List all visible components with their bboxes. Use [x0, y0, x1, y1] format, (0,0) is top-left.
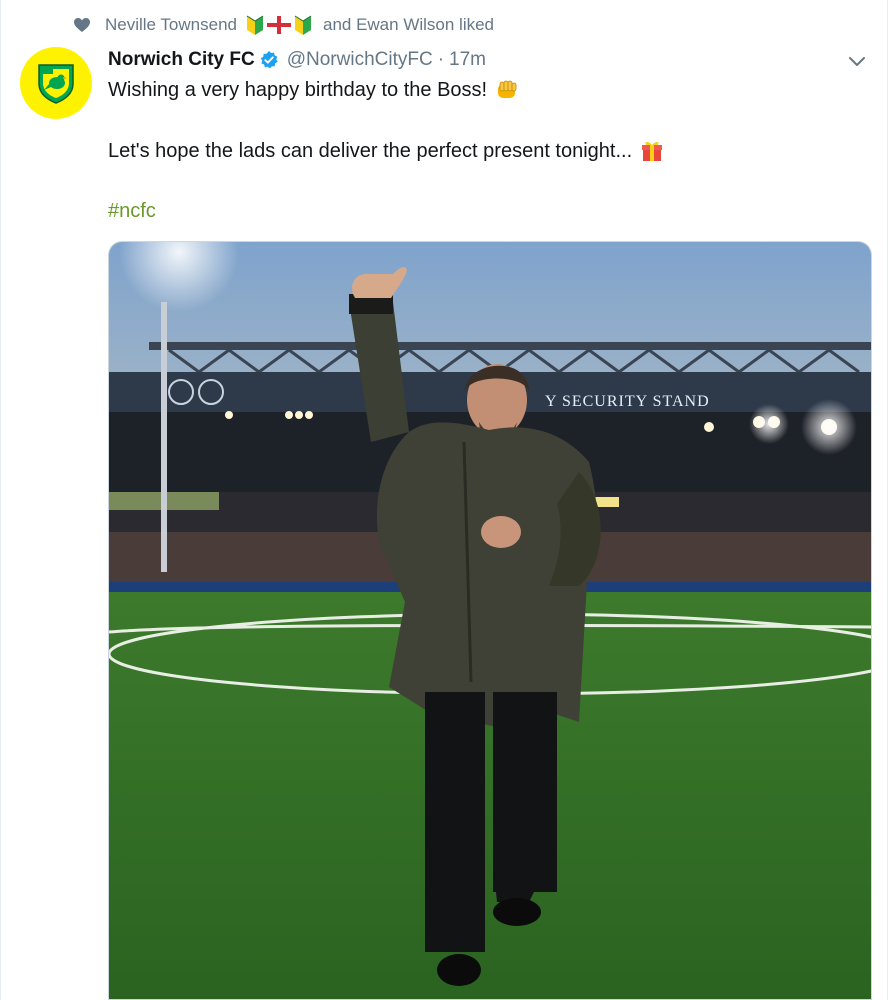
separator: ·: [437, 49, 445, 70]
liked-text: and Ewan Wilson liked: [322, 15, 495, 34]
stand-sign: Y SECURITY STAND: [545, 393, 710, 410]
beginner-badge-icon: [294, 15, 312, 35]
stadium-photo: Y SECURITY STAND: [109, 242, 871, 999]
tweet-text: Let's hope the lads can deliver the perf…: [108, 139, 633, 162]
tweet-header: Norwich City FC @NorwichCityFC · 17m: [108, 46, 486, 74]
avatar[interactable]: [20, 47, 92, 119]
hashtag-link[interactable]: #ncfc: [108, 200, 156, 223]
chevron-down-icon[interactable]: [847, 52, 867, 72]
tweet-text-line-1: Wishing a very happy birthday to the Bos…: [108, 76, 519, 104]
tweet-photo[interactable]: Y SECURITY STAND: [108, 241, 872, 1000]
display-name[interactable]: Norwich City FC: [108, 49, 255, 71]
tweet-hashtag-line: #ncfc: [108, 197, 156, 225]
verified-badge-icon: [259, 50, 279, 70]
timestamp[interactable]: 17m: [449, 49, 486, 71]
liker-name[interactable]: Neville Townsend: [105, 15, 237, 35]
handle[interactable]: @NorwichCityFC: [287, 49, 433, 71]
tweet-text-line-2: Let's hope the lads can deliver the perf…: [108, 137, 664, 165]
social-context: Neville Townsend and Ewan Wilson liked: [73, 12, 494, 38]
tweet-text: Wishing a very happy birthday to the Bos…: [108, 78, 488, 101]
fist-bump-icon: [495, 79, 519, 101]
tweet-card[interactable]: Neville Townsend and Ewan Wilson liked N…: [0, 0, 888, 1000]
beginner-badge-icon: [246, 15, 264, 35]
name-emojis: [245, 14, 313, 36]
norwich-city-crest-icon: [38, 64, 74, 104]
heart-icon: [73, 17, 91, 33]
wrapped-gift-icon: [640, 139, 664, 163]
england-flag-icon: [266, 16, 291, 34]
